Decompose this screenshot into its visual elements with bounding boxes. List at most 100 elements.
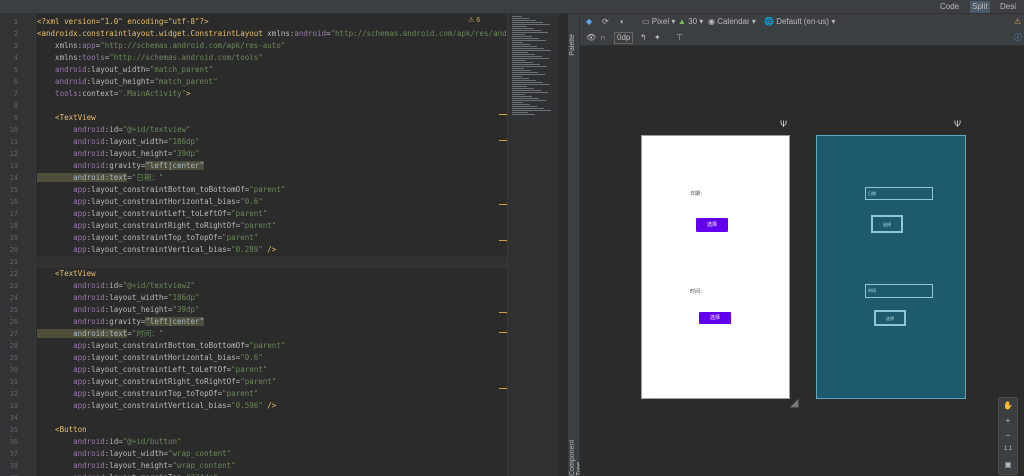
warning-marker[interactable] (499, 240, 507, 241)
code-line[interactable] (37, 412, 507, 424)
code-line[interactable]: android:layout_width="wrap_content" (37, 448, 507, 460)
code-line[interactable]: app:layout_constraintTop_toTopOf="parent… (37, 232, 507, 244)
design-preview[interactable]: 日期： 选择 时间： 选择 (641, 135, 790, 399)
code-line[interactable]: app:layout_constraintLeft_toLeftOf="pare… (37, 208, 507, 220)
code-line[interactable]: <Button (37, 424, 507, 436)
code-line[interactable]: android:layout_height="wrap_content" (37, 460, 507, 472)
theme-select[interactable]: ◉ Calendar ▾ (708, 16, 756, 28)
code-view-button[interactable]: Code (938, 1, 961, 13)
code-line[interactable]: android:layout_height="39dp" (37, 304, 507, 316)
zoom-controls: ✋ + − 1:1 ▣ (998, 397, 1018, 475)
blueprint-time-button[interactable]: 选择 (874, 310, 906, 326)
code-line[interactable]: android:layout_width="186dp" (37, 292, 507, 304)
pan-hand-icon[interactable]: ✋ (999, 401, 1017, 410)
guidelines-icon[interactable]: ⊤ (676, 32, 683, 44)
code-line[interactable] (37, 100, 507, 112)
zoom-actual-button[interactable]: 1:1 (999, 446, 1017, 452)
locale-select[interactable]: 🌐 Default (en-us) ▾ (764, 16, 835, 28)
code-token: android (37, 161, 105, 170)
code-line[interactable]: android:layout_height="39dp" (37, 148, 507, 160)
view-options-icon[interactable]: 👁 (586, 32, 596, 44)
code-token: :layout_constraintBottom_toBottomOf= (86, 341, 250, 350)
code-line[interactable]: app:layout_constraintHorizontal_bias="0.… (37, 196, 507, 208)
code-line[interactable]: <TextView (37, 112, 507, 124)
date-label[interactable]: 日期： (690, 190, 705, 197)
zoom-out-button[interactable]: − (999, 431, 1017, 440)
clear-constraints-icon[interactable]: ↰ (640, 32, 647, 44)
code-line[interactable]: <TextView (37, 268, 507, 280)
zoom-fit-icon[interactable]: ▣ (999, 460, 1017, 469)
zoom-in-button[interactable]: + (999, 416, 1017, 425)
device-select[interactable]: ▭ Pixel ▾ (642, 16, 675, 28)
warning-count[interactable]: ⚠ 6 (468, 16, 480, 24)
code-line[interactable]: android:text="日期：" (37, 172, 507, 184)
minimap-line (512, 50, 551, 51)
orientation-icon[interactable]: ⟳ (602, 16, 609, 28)
warning-marker[interactable] (499, 312, 507, 313)
time-label[interactable]: 时间： (690, 288, 705, 295)
code-line[interactable]: xmlns:tools="http://schemas.android.com/… (37, 52, 507, 64)
design-canvas[interactable]: Ψ Ψ 日期： 选择 时间： 选择 日期 选择 时间 选择 ◢ ✋ + − 1:… (580, 46, 1024, 476)
info-icon[interactable]: ⓘ (1014, 32, 1022, 44)
warning-marker[interactable] (499, 204, 507, 205)
code-line[interactable]: android:id="@+id/textview2" (37, 280, 507, 292)
warning-marker[interactable] (499, 114, 507, 115)
code-line[interactable]: android:layout_marginTop="224dp" (37, 472, 507, 476)
code-line[interactable]: android:text="时间：" (37, 328, 507, 340)
design-surface-icon[interactable]: ◆ (586, 16, 592, 28)
code-line[interactable]: app:layout_constraintBottom_toBottomOf="… (37, 184, 507, 196)
code-token: :layout_width= (104, 137, 168, 146)
code-line[interactable]: android:id="@+id/button" (37, 436, 507, 448)
date-select-button[interactable]: 选择 (696, 218, 728, 232)
minimap-line (512, 54, 535, 55)
code-line[interactable] (37, 256, 507, 268)
resize-handle-icon[interactable]: ◢ (790, 396, 798, 409)
code-line[interactable]: app:layout_constraintRight_toRightOf="pa… (37, 220, 507, 232)
code-line[interactable]: android:gravity="left|center" (37, 160, 507, 172)
warning-marker[interactable] (499, 140, 507, 141)
code-line[interactable]: android:layout_height="match_parent" (37, 76, 507, 88)
blueprint-date-button[interactable]: 选择 (871, 215, 903, 233)
code-line[interactable]: app:layout_constraintLeft_toLeftOf="pare… (37, 364, 507, 376)
code-line[interactable]: app:layout_constraintVertical_bias="0.59… (37, 400, 507, 412)
blueprint-time-textview[interactable]: 时间 (865, 284, 933, 298)
palette-tab[interactable]: Palette (569, 34, 576, 56)
warning-icon[interactable]: ⚠ (1014, 16, 1021, 28)
code-token: app (37, 233, 87, 242)
time-select-button[interactable]: 选择 (699, 312, 731, 324)
infer-constraints-icon[interactable]: ✦ (654, 32, 661, 44)
code-line[interactable]: android:layout_width="186dp" (37, 136, 507, 148)
pin-icon[interactable]: Ψ (780, 120, 787, 130)
minimap-line (512, 92, 548, 93)
line-number: 12 (9, 150, 18, 158)
api-level-select[interactable]: ▲ 30 ▾ (678, 16, 703, 28)
line-number: 6 (13, 78, 18, 86)
magnet-icon[interactable]: ∩ (600, 32, 606, 44)
minimap-line (512, 74, 545, 75)
code-line[interactable]: app:layout_constraintVertical_bias="0.28… (37, 244, 507, 256)
split-view-button[interactable]: Split (970, 1, 990, 13)
night-mode-icon[interactable]: ◐ (620, 16, 625, 28)
warning-marker[interactable] (499, 332, 507, 333)
line-number: 34 (9, 414, 18, 422)
code-line[interactable]: android:id="@+id/textview" (37, 124, 507, 136)
code-line[interactable]: app:layout_constraintHorizontal_bias="0.… (37, 352, 507, 364)
blueprint-date-textview[interactable]: 日期 (865, 187, 933, 200)
blueprint-preview[interactable]: 日期 选择 时间 选择 (816, 135, 966, 399)
code-line[interactable]: <?xml version="1.0" encoding="utf-8"?> (37, 16, 507, 28)
code-line[interactable]: android:layout_width="match_parent" (37, 64, 507, 76)
code-line[interactable]: tools:context=".MainActivity"> (37, 88, 507, 100)
editor-scrollbar[interactable] (559, 14, 568, 476)
warning-marker[interactable] (499, 388, 507, 389)
design-view-button[interactable]: Desi (998, 1, 1018, 13)
code-line[interactable]: android:gravity="left|center" (37, 316, 507, 328)
default-margin-select[interactable]: 0dp (614, 32, 634, 44)
code-line[interactable]: app:layout_constraintTop_toTopOf="parent… (37, 388, 507, 400)
code-line[interactable]: <androidx.constraintlayout.widget.Constr… (37, 28, 507, 40)
xml-code-editor[interactable]: 1 2 3 4 5 6 7 8 9 10 11 12 13 14 15 16 17 18 19 20 21 22 23 24 2… (0, 14, 568, 476)
code-minimap[interactable] (507, 14, 559, 476)
code-line[interactable]: app:layout_constraintRight_toRightOf="pa… (37, 376, 507, 388)
code-line[interactable]: xmlns:app="http://schemas.android.com/ap… (37, 40, 507, 52)
code-line[interactable]: app:layout_constraintBottom_toBottomOf="… (37, 340, 507, 352)
pin-icon[interactable]: Ψ (954, 120, 961, 130)
